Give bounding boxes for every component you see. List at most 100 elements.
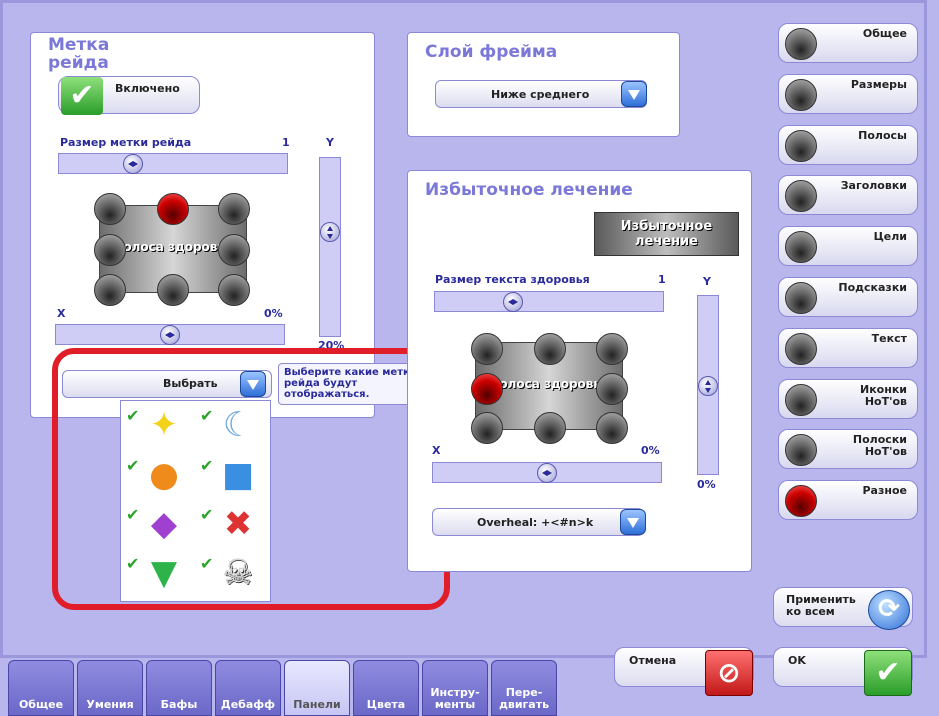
side-menu-item[interactable]: Общее (778, 23, 918, 63)
tab[interactable]: Пере-двигать (491, 660, 557, 716)
raid-mark-x-slider[interactable] (55, 324, 285, 345)
side-menu-label: Разное (862, 484, 908, 498)
cancel-button[interactable]: Отмена ⊘ (614, 647, 754, 696)
radio-icon (785, 485, 817, 518)
dropdown-arrow-icon[interactable] (620, 509, 646, 535)
preview-text: Полоса здоровья (113, 240, 233, 254)
overheal-y-label: Y (703, 275, 711, 288)
tab[interactable]: Дебафф (215, 660, 281, 716)
raid-mark-y-label: Y (326, 136, 334, 149)
frame-layer-value: Ниже среднего (491, 88, 590, 101)
side-menu-item[interactable]: Текст (778, 327, 918, 368)
slider-handle[interactable] (123, 154, 143, 174)
tab[interactable]: Бафы (146, 660, 212, 716)
anchor-dot[interactable] (218, 274, 250, 306)
slider-handle[interactable] (503, 292, 523, 312)
tab-label: Бафы (160, 698, 198, 711)
anchor-dot[interactable] (471, 333, 503, 365)
side-menu-item[interactable]: Размеры (778, 73, 918, 114)
frame-layer-title: Слой фрейма (425, 42, 558, 62)
side-menu-label: Иконки НоТ'ов (859, 382, 907, 408)
apply-all-label: Применить ко всем (786, 593, 856, 618)
raid-mark-x-label: X (57, 307, 66, 320)
overheal-x-value: 0% (641, 444, 660, 457)
tab[interactable]: Инстру-менты (422, 660, 488, 716)
anchor-dot[interactable] (157, 274, 189, 306)
enabled-toggle[interactable]: ✔ Включено (58, 76, 200, 115)
side-menu-item[interactable]: Заголовки (778, 175, 918, 216)
anchor-dot[interactable] (596, 333, 628, 365)
tab-label: Общее (18, 698, 64, 711)
slider-handle[interactable] (698, 376, 718, 396)
anchor-dot[interactable] (534, 333, 566, 365)
anchor-dot[interactable] (534, 412, 566, 444)
health-text-size-label: Размер текста здоровья (435, 273, 590, 286)
raid-mark-size-slider[interactable] (58, 153, 288, 174)
health-text-size-slider[interactable] (434, 291, 664, 312)
anchor-dot[interactable] (94, 193, 126, 225)
side-menu-item[interactable]: Разное (778, 480, 918, 521)
radio-icon (785, 78, 817, 111)
overheal-y-value: 0% (697, 478, 716, 491)
side-menu-label: Подсказки (838, 281, 907, 294)
overheal-title: Избыточное лечение (425, 180, 633, 200)
slider-handle[interactable] (537, 463, 557, 483)
side-menu-label: Общее (862, 27, 907, 40)
anchor-dot[interactable] (218, 234, 250, 266)
anchor-dot[interactable] (94, 234, 126, 266)
anchor-dot[interactable] (596, 412, 628, 444)
radio-icon (785, 332, 817, 365)
side-menu-label: Цели (873, 230, 907, 244)
overheal-y-slider[interactable] (697, 295, 719, 475)
anchor-dot[interactable] (218, 193, 250, 225)
side-menu-item[interactable]: Полоски НоТ'ов (778, 429, 918, 470)
side-menu-item[interactable]: Полосы (778, 124, 918, 165)
side-menu-label: Полосы (858, 128, 907, 142)
side-menu-label: Размеры (850, 77, 907, 91)
tab-label: Цвета (366, 698, 406, 711)
tab[interactable]: Панели (284, 660, 350, 716)
slider-handle[interactable] (320, 222, 340, 242)
anchor-dot-selected[interactable] (157, 193, 189, 225)
ok-label: OK (788, 654, 806, 667)
apply-all-button[interactable]: Применить ко всем ⟳ (773, 587, 913, 630)
tab[interactable]: Умения (77, 660, 143, 716)
side-menu-label: Заголовки (840, 179, 907, 193)
anchor-dot[interactable] (94, 274, 126, 306)
radio-icon (785, 434, 817, 467)
raid-mark-x-value: 0% (264, 307, 283, 320)
health-text-size-value: 1 (658, 273, 666, 286)
radio-icon (785, 129, 817, 162)
tab-label: Дебафф (220, 698, 276, 711)
raid-mark-title: Метка рейда (48, 35, 110, 73)
tab[interactable]: Цвета (353, 660, 419, 716)
radio-icon (785, 282, 817, 314)
side-menu-label: Текст (871, 331, 907, 345)
radio-icon (785, 231, 817, 264)
raid-mark-size-label: Размер метки рейда (60, 136, 192, 149)
anchor-dot-selected[interactable] (471, 373, 503, 405)
overheal-format-dropdown[interactable]: Overheal: +<#n>k (432, 508, 644, 536)
overheal-x-slider[interactable] (432, 462, 662, 483)
anchor-dot[interactable] (471, 412, 503, 444)
radio-icon (785, 28, 817, 60)
overheal-preview-badge: Избыточное лечение (594, 212, 739, 256)
checkmark-icon: ✔ (864, 650, 912, 696)
enabled-label: Включено (115, 82, 180, 95)
side-menu-item[interactable]: Цели (778, 226, 918, 267)
cancel-icon: ⊘ (705, 650, 753, 696)
tab[interactable]: Общее (8, 660, 74, 716)
ok-button[interactable]: OK ✔ (773, 647, 913, 696)
raid-mark-y-slider[interactable] (319, 157, 341, 337)
side-menu-item[interactable]: Иконки НоТ'ов (778, 378, 918, 419)
overheal-badge-text: Избыточное лечение (620, 219, 713, 249)
tab-label: Панели (293, 698, 341, 711)
tab-label: Умения (86, 698, 134, 711)
dropdown-arrow-icon[interactable] (621, 81, 647, 107)
anchor-dot[interactable] (596, 373, 628, 405)
slider-handle[interactable] (160, 325, 180, 345)
checkmark-icon: ✔ (61, 77, 103, 115)
side-menu-item[interactable]: Подсказки (778, 277, 918, 317)
refresh-icon: ⟳ (868, 590, 910, 630)
frame-layer-dropdown[interactable]: Ниже среднего (435, 80, 647, 108)
